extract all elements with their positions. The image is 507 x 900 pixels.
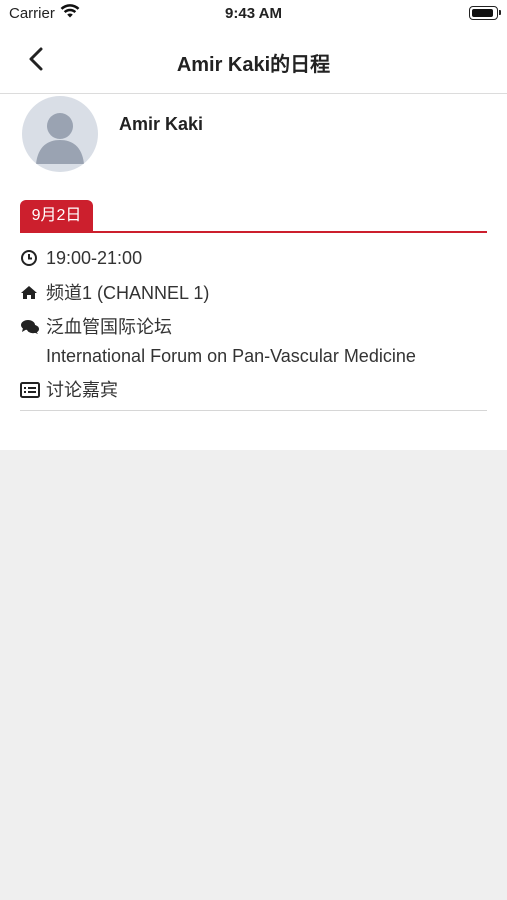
home-icon: [20, 283, 40, 303]
session-role: 讨论嘉宾: [46, 380, 118, 400]
list-alt-icon: [20, 380, 40, 400]
clock: 9:43 AM: [225, 5, 282, 22]
forum-title-en: International Forum on Pan-Vascular Medi…: [46, 346, 416, 366]
speaker-name: Amir Kaki: [119, 114, 204, 134]
avatar: [22, 96, 98, 172]
page-title: Amir Kaki的日程: [176, 54, 331, 76]
session-time: 19:00-21:00: [46, 248, 143, 268]
forum-title-cn: 泛血管国际论坛: [46, 317, 172, 337]
status-bar: Carrier 9:43 AM: [0, 0, 507, 28]
session-channel: 频道1 (CHANNEL 1): [46, 283, 210, 303]
navigation-bar: Amir Kaki的日程: [0, 28, 507, 94]
user-placeholder-icon: [36, 113, 84, 164]
date-divider: [20, 231, 487, 233]
date-tab[interactable]: 9月2日: [20, 200, 93, 232]
clock-icon: [20, 248, 40, 268]
battery-icon: [469, 6, 501, 20]
comments-icon: [20, 317, 40, 337]
session-divider: [20, 410, 487, 411]
